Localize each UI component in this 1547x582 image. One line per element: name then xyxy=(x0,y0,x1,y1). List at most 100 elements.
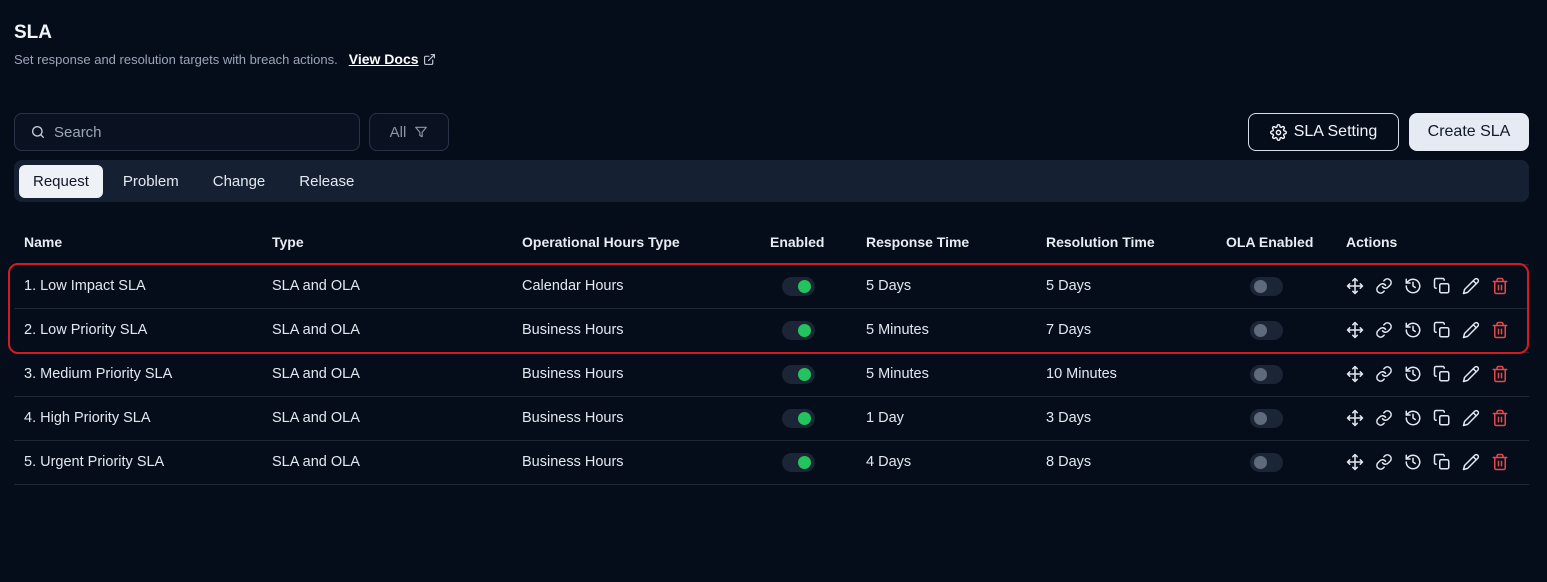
duplicate-icon[interactable] xyxy=(1433,277,1451,295)
enabled-toggle[interactable] xyxy=(782,276,815,296)
cell-response: 5 Minutes xyxy=(856,308,1036,353)
link-icon[interactable] xyxy=(1375,321,1393,339)
enabled-toggle[interactable] xyxy=(782,452,815,472)
cell-ola xyxy=(1216,264,1336,309)
duplicate-icon[interactable] xyxy=(1433,409,1451,427)
move-icon[interactable] xyxy=(1346,277,1364,295)
cell-response: 5 Days xyxy=(856,264,1036,309)
table-row[interactable]: 2. Low Priority SLA SLA and OLA Business… xyxy=(14,308,1529,353)
cell-enabled xyxy=(760,440,856,485)
sla-setting-button[interactable]: SLA Setting xyxy=(1248,113,1399,151)
table-row[interactable]: 5. Urgent Priority SLA SLA and OLA Busin… xyxy=(14,440,1529,485)
cell-hours: Business Hours xyxy=(512,352,760,397)
history-icon[interactable] xyxy=(1404,277,1422,295)
cell-actions xyxy=(1336,440,1529,485)
toggle-knob xyxy=(798,323,811,337)
delete-icon[interactable] xyxy=(1491,321,1509,339)
duplicate-icon[interactable] xyxy=(1433,453,1451,471)
link-icon[interactable] xyxy=(1375,453,1393,471)
duplicate-icon[interactable] xyxy=(1433,321,1451,339)
ola-toggle[interactable] xyxy=(1250,320,1283,340)
filter-button[interactable]: All xyxy=(369,113,449,151)
move-icon[interactable] xyxy=(1346,321,1364,339)
edit-icon[interactable] xyxy=(1462,365,1480,383)
tab-request[interactable]: Request xyxy=(19,164,103,198)
cell-type: SLA and OLA xyxy=(262,396,512,441)
ola-toggle[interactable] xyxy=(1250,452,1283,472)
table-row[interactable]: 4. High Priority SLA SLA and OLA Busines… xyxy=(14,396,1529,441)
history-icon[interactable] xyxy=(1404,453,1422,471)
enabled-toggle[interactable] xyxy=(782,364,815,384)
move-icon[interactable] xyxy=(1346,453,1364,471)
table-row[interactable]: 3. Medium Priority SLA SLA and OLA Busin… xyxy=(14,352,1529,397)
tab-release[interactable]: Release xyxy=(285,165,368,198)
cell-type: SLA and OLA xyxy=(262,440,512,485)
history-icon[interactable] xyxy=(1404,409,1422,427)
column-header-type[interactable]: Type xyxy=(262,220,512,265)
ola-toggle[interactable] xyxy=(1250,364,1283,384)
duplicate-icon[interactable] xyxy=(1433,365,1451,383)
delete-icon[interactable] xyxy=(1491,277,1509,295)
move-icon[interactable] xyxy=(1346,365,1364,383)
link-icon[interactable] xyxy=(1375,277,1393,295)
edit-icon[interactable] xyxy=(1462,453,1480,471)
history-icon[interactable] xyxy=(1404,365,1422,383)
edit-icon[interactable] xyxy=(1462,321,1480,339)
column-header-response[interactable]: Response Time xyxy=(856,220,1036,265)
move-icon[interactable] xyxy=(1346,409,1364,427)
enabled-toggle[interactable] xyxy=(782,408,815,428)
toggle-knob xyxy=(798,367,811,381)
row-actions xyxy=(1346,277,1529,295)
column-header-hours[interactable]: Operational Hours Type xyxy=(512,220,760,265)
cell-response: 4 Days xyxy=(856,440,1036,485)
column-header-actions: Actions xyxy=(1336,220,1529,265)
cell-actions xyxy=(1336,352,1529,397)
cell-resolution: 8 Days xyxy=(1036,440,1216,485)
cell-enabled xyxy=(760,396,856,441)
tab-change[interactable]: Change xyxy=(199,165,280,198)
create-sla-button[interactable]: Create SLA xyxy=(1409,113,1529,151)
cell-enabled xyxy=(760,264,856,309)
column-header-resolution[interactable]: Resolution Time xyxy=(1036,220,1216,265)
search-icon xyxy=(32,126,44,138)
cell-actions xyxy=(1336,308,1529,353)
delete-icon[interactable] xyxy=(1491,453,1509,471)
gear-icon xyxy=(1269,123,1287,141)
toggle-knob xyxy=(1254,367,1267,381)
cell-hours: Business Hours xyxy=(512,308,760,353)
cell-name: 1. Low Impact SLA xyxy=(14,264,262,309)
history-icon[interactable] xyxy=(1404,321,1422,339)
toggle-knob xyxy=(798,279,811,293)
edit-icon[interactable] xyxy=(1462,277,1480,295)
cell-enabled xyxy=(760,352,856,397)
column-header-enabled[interactable]: Enabled xyxy=(760,220,856,265)
delete-icon[interactable] xyxy=(1491,365,1509,383)
toggle-knob xyxy=(798,411,811,425)
cell-hours: Calendar Hours xyxy=(512,264,760,309)
table-row[interactable]: 1. Low Impact SLA SLA and OLA Calendar H… xyxy=(14,264,1529,309)
cell-type: SLA and OLA xyxy=(262,308,512,353)
table-header-row: Name Type Operational Hours Type Enabled… xyxy=(14,220,1529,265)
link-icon[interactable] xyxy=(1375,409,1393,427)
search-input[interactable] xyxy=(54,123,344,141)
cell-response: 1 Day xyxy=(856,396,1036,441)
cell-hours: Business Hours xyxy=(512,396,760,441)
ola-toggle[interactable] xyxy=(1250,276,1283,296)
cell-name: 4. High Priority SLA xyxy=(14,396,262,441)
subtitle-text: Set response and resolution targets with… xyxy=(14,51,338,67)
link-icon[interactable] xyxy=(1375,365,1393,383)
toggle-knob xyxy=(1254,411,1267,425)
view-docs-link[interactable]: View Docs xyxy=(349,51,436,67)
cell-name: 5. Urgent Priority SLA xyxy=(14,440,262,485)
delete-icon[interactable] xyxy=(1491,409,1509,427)
toggle-knob xyxy=(798,455,811,469)
edit-icon[interactable] xyxy=(1462,409,1480,427)
cell-ola xyxy=(1216,396,1336,441)
cell-ola xyxy=(1216,352,1336,397)
tab-problem[interactable]: Problem xyxy=(109,165,193,198)
column-header-name[interactable]: Name xyxy=(14,220,262,265)
column-header-ola[interactable]: OLA Enabled xyxy=(1216,220,1336,265)
enabled-toggle[interactable] xyxy=(782,320,815,340)
cell-type: SLA and OLA xyxy=(262,264,512,309)
ola-toggle[interactable] xyxy=(1250,408,1283,428)
